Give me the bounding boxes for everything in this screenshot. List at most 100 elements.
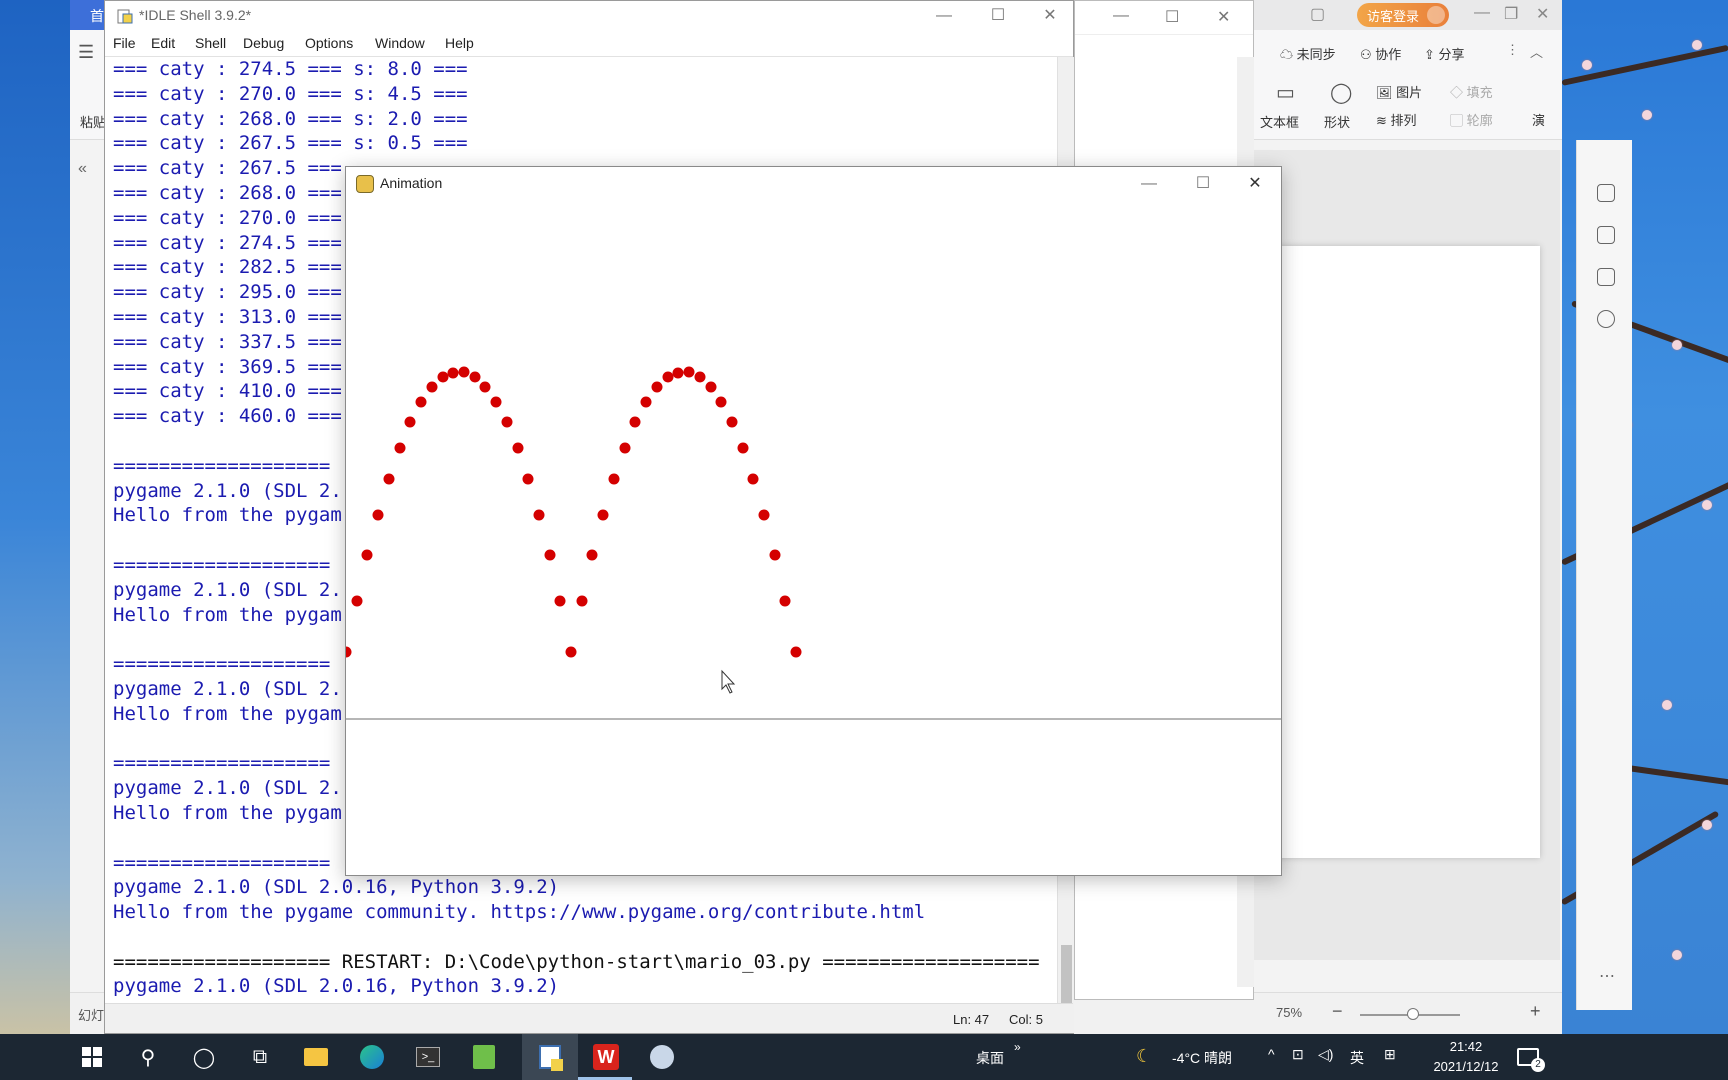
menu-help[interactable]: Help xyxy=(445,35,474,51)
wps-restore-button[interactable]: ❐ xyxy=(1504,4,1518,24)
star-icon[interactable] xyxy=(1597,226,1615,244)
expand-toolbar-icon[interactable]: » xyxy=(1014,1040,1021,1054)
menu-debug[interactable]: Debug xyxy=(243,35,284,51)
adjust-icon[interactable] xyxy=(1597,184,1615,202)
collab-button[interactable]: ⚇ 协作 xyxy=(1360,44,1401,63)
ball-trail-dot xyxy=(779,595,791,607)
wps-minimize-button[interactable]: — xyxy=(1474,4,1490,22)
arrange-button[interactable]: ≋ 排列 xyxy=(1376,110,1417,129)
ball-trail-dot xyxy=(608,473,620,485)
slide-page[interactable] xyxy=(1252,246,1540,858)
ball-trail-dot xyxy=(705,381,717,393)
show-hidden-icons[interactable]: ^ xyxy=(1268,1046,1275,1062)
animation-canvas[interactable] xyxy=(346,199,1281,875)
more-ribbon-button[interactable]: 演 xyxy=(1532,110,1545,129)
weather-status[interactable]: -4°C 晴朗 xyxy=(1172,1048,1232,1068)
zoom-in-button[interactable]: + xyxy=(1530,1001,1541,1022)
menu-edit[interactable]: Edit xyxy=(151,35,175,51)
volume-icon[interactable]: ◁) xyxy=(1318,1046,1333,1063)
zoom-slider-handle[interactable] xyxy=(1407,1008,1419,1020)
outline-button[interactable]: ▢ 轮廓 xyxy=(1450,110,1493,129)
terminal-icon[interactable]: >_ xyxy=(414,1043,442,1071)
minimize-button[interactable]: — xyxy=(921,1,967,31)
file-explorer-icon[interactable] xyxy=(302,1043,330,1071)
editor-maximize-button[interactable]: ☐ xyxy=(1165,7,1179,27)
editor-minimize-button[interactable]: — xyxy=(1113,7,1129,25)
shape-button[interactable]: 形状 xyxy=(1324,112,1350,131)
desktop-toolbar-label[interactable]: 桌面 xyxy=(976,1048,1004,1068)
ball-trail-dot xyxy=(479,381,491,393)
ball-trail-dot xyxy=(394,442,406,454)
cortana-icon[interactable]: ◯ xyxy=(190,1043,218,1071)
zoom-level[interactable]: 75% xyxy=(1276,1005,1302,1020)
menu-file[interactable]: File xyxy=(113,35,136,51)
pygame-icon[interactable] xyxy=(648,1043,676,1071)
anim-maximize-button[interactable]: ☐ xyxy=(1180,169,1226,199)
collapse-ribbon-icon[interactable]: ︿ xyxy=(1530,42,1543,61)
guest-login-button[interactable]: 访客登录 xyxy=(1357,3,1449,27)
python-idle-icon[interactable] xyxy=(536,1043,564,1071)
wps-close-button[interactable]: ✕ xyxy=(1536,4,1549,24)
animation-title-bar: Animation — ☐ ✕ xyxy=(346,167,1281,199)
share-button[interactable]: ⇪ 分享 xyxy=(1424,44,1465,63)
menu-shell[interactable]: Shell xyxy=(195,35,226,51)
help-icon[interactable] xyxy=(1597,310,1615,328)
task-view-icon[interactable]: ⧉ xyxy=(246,1043,274,1071)
ball-trail-dot xyxy=(351,595,363,607)
ball-trail-dot xyxy=(361,549,373,561)
slides-icon[interactable] xyxy=(1597,268,1615,286)
ime-mode-icon[interactable]: ⊞ xyxy=(1384,1046,1396,1063)
anim-minimize-button[interactable]: — xyxy=(1126,169,1172,199)
more-options-icon[interactable]: ⋮ xyxy=(1506,42,1519,58)
page-count-icon[interactable]: ▢ xyxy=(1310,4,1325,24)
anim-close-button[interactable]: ✕ xyxy=(1232,169,1278,199)
zoom-out-button[interactable]: − xyxy=(1332,1001,1343,1022)
search-icon[interactable]: ⚲ xyxy=(134,1043,162,1071)
shell-line: === caty : 270.0 === s: 4.5 === xyxy=(113,82,468,105)
sync-status[interactable]: ☁ 未同步 xyxy=(1280,44,1336,63)
notification-icon[interactable]: 2 xyxy=(1514,1043,1545,1072)
ball-trail-dot xyxy=(747,473,759,485)
system-clock[interactable]: 21:42 2021/12/12 xyxy=(1414,1037,1518,1077)
edge-browser-icon[interactable] xyxy=(358,1043,386,1071)
ball-trail-dot xyxy=(715,396,727,408)
input-method[interactable]: 英 xyxy=(1350,1048,1364,1068)
notepad-icon[interactable] xyxy=(470,1043,498,1071)
ball-trail-dot xyxy=(597,509,609,521)
close-button[interactable]: ✕ xyxy=(1027,1,1073,31)
more-sidebar-icon[interactable]: ⋯ xyxy=(1599,966,1615,986)
editor-close-button[interactable]: ✕ xyxy=(1217,7,1230,27)
menu-window[interactable]: Window xyxy=(375,35,425,51)
shell-line: === caty : 267.5 === s: 0.5 === xyxy=(113,132,468,155)
ball-trail-dot xyxy=(672,367,684,379)
wallpaper-left-strip xyxy=(0,0,70,1034)
shell-line: pygame 2.1.0 (SDL 2.0.16, Python 3.9.2) xyxy=(113,975,560,998)
picture-button[interactable]: 🖼 图片 xyxy=(1376,82,1422,101)
wps-office-icon[interactable]: W xyxy=(592,1043,620,1071)
ball-trail-dot xyxy=(790,646,802,658)
windows-start-icon[interactable] xyxy=(78,1043,106,1071)
textbox-icon[interactable]: ▭ xyxy=(1276,80,1295,105)
fill-button[interactable]: ◇ 填充 xyxy=(1450,82,1493,101)
textbox-button[interactable]: 文本框 xyxy=(1260,112,1299,131)
pygame-snake-icon xyxy=(356,175,374,193)
ball-trail-dot xyxy=(469,371,481,383)
wps-right-sidebar: ⋯ xyxy=(1576,140,1632,1010)
window-title: *IDLE Shell 3.9.2* xyxy=(139,7,252,23)
paste-button[interactable]: 粘贴 xyxy=(80,112,106,131)
animation-title: Animation xyxy=(380,175,443,191)
menu-bar: File Edit Shell Debug Options Window Hel… xyxy=(105,31,1073,57)
ball-trail-dot xyxy=(758,509,770,521)
shell-line: Hello from the pygame community. https:/… xyxy=(113,999,1057,1001)
clock-date: 2021/12/12 xyxy=(1433,1059,1499,1074)
collapse-panel-icon[interactable]: « xyxy=(78,160,87,178)
menu-options[interactable]: Options xyxy=(305,35,353,51)
network-icon[interactable]: ⊡ xyxy=(1292,1046,1304,1063)
ball-trail-dot xyxy=(629,416,641,428)
hamburger-icon[interactable]: ☰ xyxy=(78,42,94,63)
idle-title-bar: *IDLE Shell 3.9.2* — ☐ ✕ xyxy=(105,1,1073,31)
ball-trail-dot xyxy=(651,381,663,393)
ball-trail-dot xyxy=(769,549,781,561)
shape-icon[interactable]: ◯ xyxy=(1330,80,1352,105)
maximize-button[interactable]: ☐ xyxy=(975,1,1021,31)
